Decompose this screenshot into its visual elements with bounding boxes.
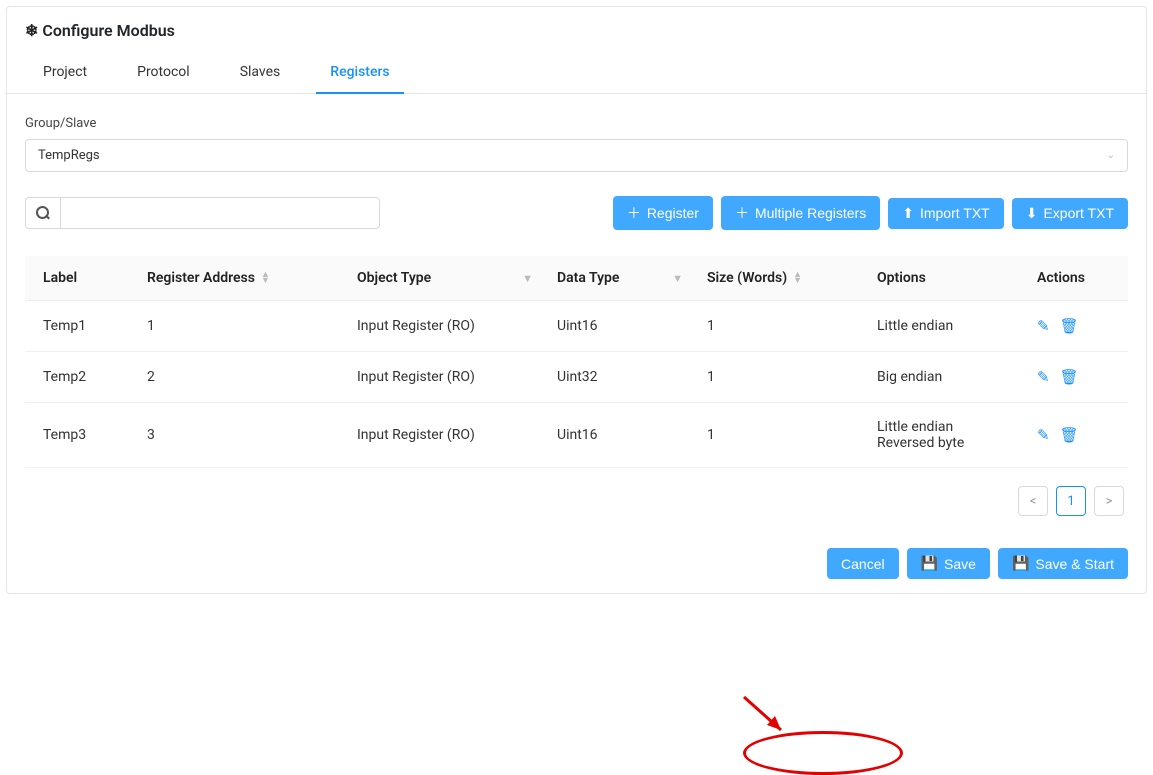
cancel-button[interactable]: Cancel (827, 548, 899, 579)
col-actions: Actions (1037, 270, 1085, 286)
save-start-button[interactable]: 💾 Save & Start (998, 548, 1128, 579)
cell-actions: ✎🗑 (1025, 352, 1128, 403)
search-group (25, 197, 380, 229)
save-icon: 💾 (921, 555, 938, 572)
table-body: Temp11Input Register (RO)Uint161Little e… (25, 301, 1128, 468)
tab-slaves[interactable]: Slaves (226, 52, 295, 93)
annotation-ellipse (743, 731, 903, 775)
col-label: Label (43, 270, 77, 286)
upload-icon: ⬆ (902, 205, 914, 222)
cell-options: Big endian (865, 352, 1025, 403)
col-register-address: Register Address (147, 270, 255, 286)
cell-label: Temp3 (25, 403, 135, 468)
tab-registers[interactable]: Registers (316, 52, 403, 94)
action-buttons: ＋ Register ＋ Multiple Registers ⬆ Import… (613, 196, 1128, 230)
export-txt-button[interactable]: ⬇ Export TXT (1012, 198, 1128, 229)
tab-bar: Project Protocol Slaves Registers (7, 52, 1146, 94)
toolbar: ＋ Register ＋ Multiple Registers ⬆ Import… (25, 196, 1128, 230)
cell-options: Little endianReversed byte (865, 403, 1025, 468)
save-icon: 💾 (1012, 555, 1029, 572)
table-row: Temp33Input Register (RO)Uint161Little e… (25, 403, 1128, 468)
cell-options: Little endian (865, 301, 1025, 352)
plus-icon: ＋ (627, 203, 641, 223)
cell-address: 1 (135, 301, 345, 352)
table-header: Label Register Address ▲▼ Object Type ▼ (25, 256, 1128, 301)
annotation-arrow (739, 692, 799, 742)
group-slave-label: Group/Slave (25, 116, 1128, 131)
delete-icon[interactable]: 🗑 (1060, 426, 1079, 444)
cell-data_type: Uint32 (545, 352, 695, 403)
search-icon (36, 206, 50, 220)
sort-icon[interactable]: ▲▼ (261, 272, 270, 284)
edit-icon[interactable]: ✎ (1037, 317, 1050, 335)
table-row: Temp22Input Register (RO)Uint321Big endi… (25, 352, 1128, 403)
cell-actions: ✎🗑 (1025, 403, 1128, 468)
col-size: Size (Words) (707, 270, 787, 286)
col-object-type: Object Type (357, 270, 431, 286)
modbus-config-panel: ❄ Configure Modbus Project Protocol Slav… (6, 6, 1147, 594)
col-options: Options (877, 270, 926, 286)
cell-address: 2 (135, 352, 345, 403)
edit-icon[interactable]: ✎ (1037, 426, 1050, 444)
group-slave-select[interactable]: TempRegs ⌄ (25, 139, 1128, 172)
tab-project[interactable]: Project (29, 52, 101, 93)
import-txt-button[interactable]: ⬆ Import TXT (888, 198, 1004, 229)
page-1-button[interactable]: 1 (1056, 486, 1086, 516)
delete-icon[interactable]: 🗑 (1060, 317, 1079, 335)
group-slave-value: TempRegs (38, 148, 100, 163)
add-multiple-registers-button[interactable]: ＋ Multiple Registers (721, 196, 880, 230)
download-icon: ⬇ (1026, 205, 1038, 222)
search-input[interactable] (60, 197, 380, 229)
cell-label: Temp2 (25, 352, 135, 403)
cell-object_type: Input Register (RO) (345, 301, 545, 352)
table-row: Temp11Input Register (RO)Uint161Little e… (25, 301, 1128, 352)
plus-icon: ＋ (735, 203, 749, 223)
filter-icon[interactable]: ▼ (672, 272, 683, 285)
tab-protocol[interactable]: Protocol (123, 52, 204, 93)
search-icon-box[interactable] (25, 197, 60, 229)
page-prev-button[interactable]: < (1018, 486, 1048, 516)
cell-size: 1 (695, 352, 865, 403)
panel-header: ❄ Configure Modbus (7, 7, 1146, 40)
filter-icon[interactable]: ▼ (522, 272, 533, 285)
cell-data_type: Uint16 (545, 403, 695, 468)
delete-icon[interactable]: 🗑 (1060, 368, 1079, 386)
panel-title-row: ❄ Configure Modbus (25, 21, 1128, 40)
tab-content: Group/Slave TempRegs ⌄ ＋ Register ＋ Mult… (7, 94, 1146, 534)
cell-size: 1 (695, 301, 865, 352)
sort-icon[interactable]: ▲▼ (793, 272, 802, 284)
cell-label: Temp1 (25, 301, 135, 352)
chevron-down-icon: ⌄ (1107, 150, 1115, 161)
edit-icon[interactable]: ✎ (1037, 368, 1050, 386)
gear-icon: ❄ (25, 23, 38, 39)
pagination: < 1 > (25, 486, 1128, 516)
cell-data_type: Uint16 (545, 301, 695, 352)
page-next-button[interactable]: > (1094, 486, 1124, 516)
footer-buttons: Cancel 💾 Save 💾 Save & Start (827, 548, 1128, 579)
panel-title: Configure Modbus (42, 21, 174, 40)
cell-object_type: Input Register (RO) (345, 403, 545, 468)
cell-actions: ✎🗑 (1025, 301, 1128, 352)
cell-address: 3 (135, 403, 345, 468)
cell-size: 1 (695, 403, 865, 468)
save-button[interactable]: 💾 Save (907, 548, 990, 579)
col-data-type: Data Type (557, 270, 619, 286)
cell-object_type: Input Register (RO) (345, 352, 545, 403)
add-register-button[interactable]: ＋ Register (613, 196, 713, 230)
registers-table: Label Register Address ▲▼ Object Type ▼ (25, 256, 1128, 468)
